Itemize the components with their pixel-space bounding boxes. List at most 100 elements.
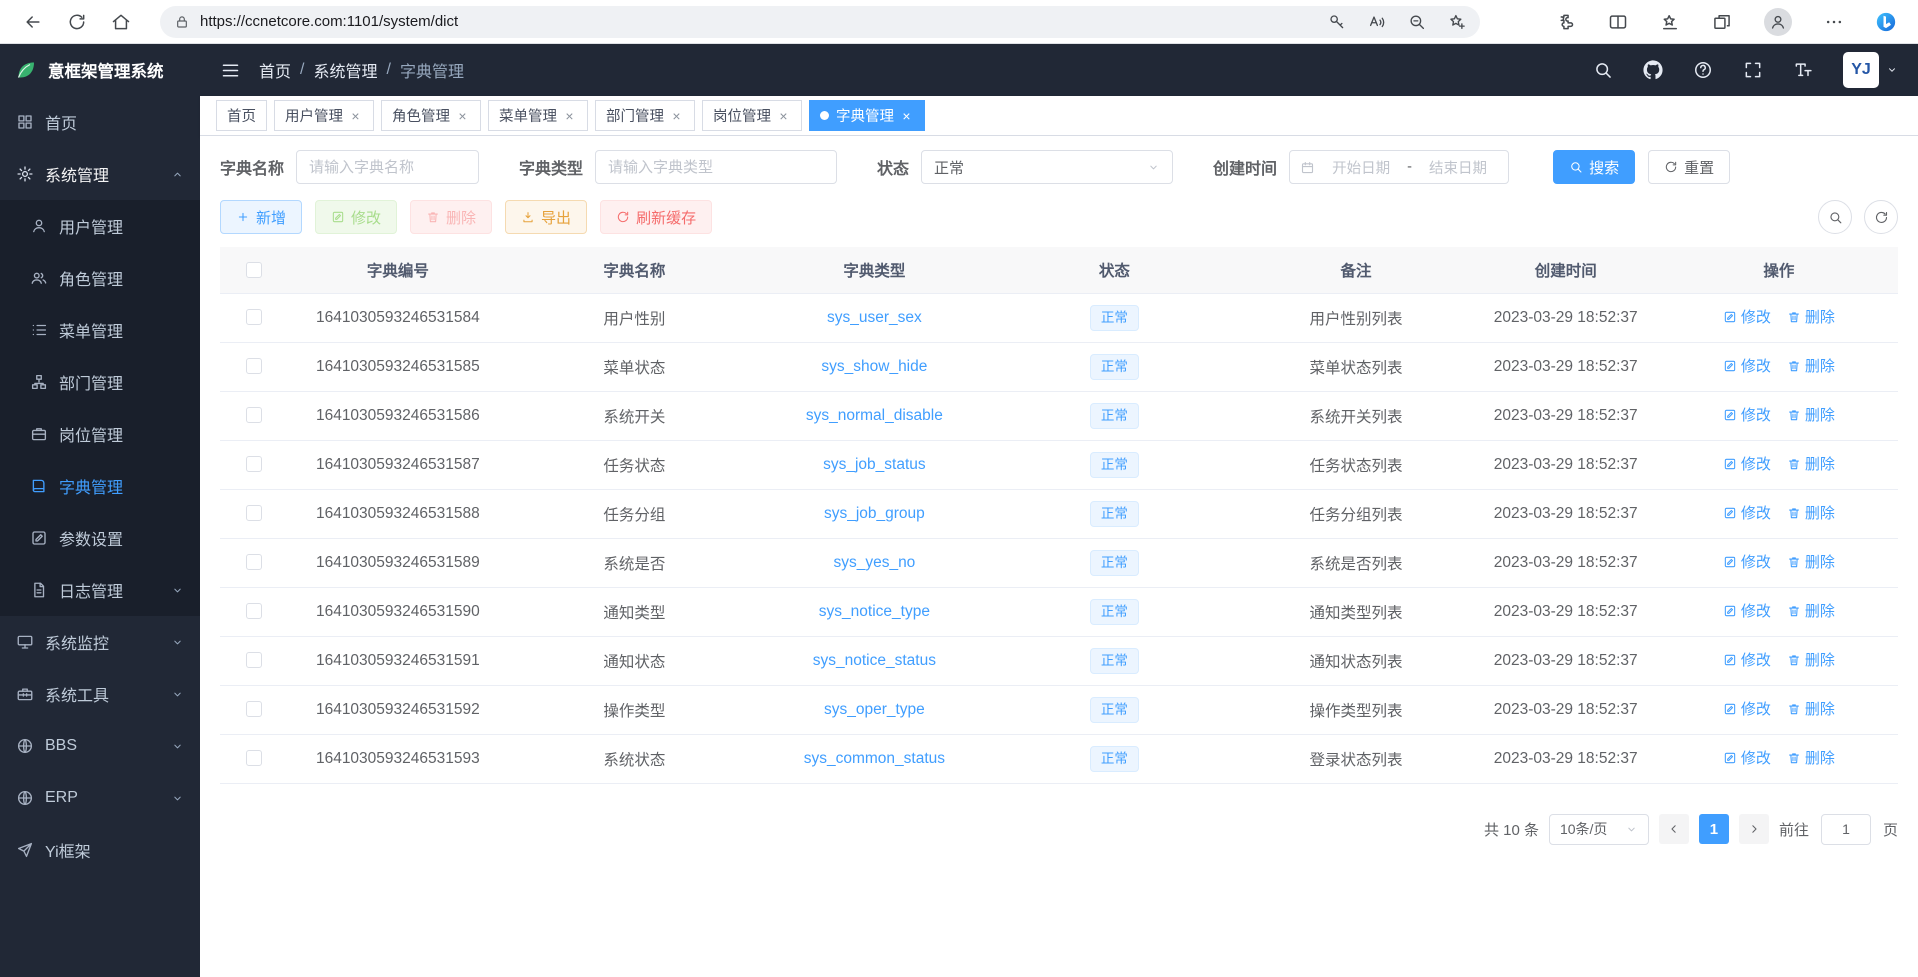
tab-close-icon[interactable]: × (899, 108, 914, 123)
sidebar-item[interactable]: 菜单管理 (0, 304, 200, 356)
row-edit-link[interactable]: 修改 (1723, 747, 1771, 768)
collections-icon[interactable] (1712, 12, 1732, 32)
page-size-select[interactable]: 10条/页 (1549, 814, 1649, 845)
browser-refresh-button[interactable] (58, 3, 96, 41)
tab-item[interactable]: 岗位管理× (702, 100, 802, 131)
dict-type-input[interactable] (595, 150, 837, 184)
row-delete-link[interactable]: 删除 (1787, 600, 1835, 621)
breadcrumb-item[interactable]: 首页 (259, 58, 291, 82)
row-delete-link[interactable]: 删除 (1787, 502, 1835, 523)
toggle-search-button[interactable] (1818, 200, 1852, 234)
row-delete-link[interactable]: 删除 (1787, 551, 1835, 572)
row-delete-link[interactable]: 删除 (1787, 649, 1835, 670)
row-edit-link[interactable]: 修改 (1723, 502, 1771, 523)
tab-close-icon[interactable]: × (562, 108, 577, 123)
row-checkbox[interactable] (246, 407, 262, 423)
read-aloud-icon[interactable] (1368, 13, 1386, 31)
status-select[interactable]: 正常 (921, 150, 1173, 184)
sidebar-item[interactable]: ERP (0, 772, 200, 824)
app-logo[interactable]: 意框架管理系统 (0, 44, 200, 96)
add-button[interactable]: 新增 (220, 200, 302, 234)
browser-menu-icon[interactable] (1824, 12, 1844, 32)
sidebar-item[interactable]: 部门管理 (0, 356, 200, 408)
row-delete-link[interactable]: 删除 (1787, 698, 1835, 719)
sidebar-item[interactable]: BBS (0, 720, 200, 772)
sidebar-item[interactable]: 字典管理 (0, 460, 200, 512)
zoom-out-icon[interactable] (1408, 13, 1426, 31)
row-delete-link[interactable]: 删除 (1787, 404, 1835, 425)
sidebar-item[interactable]: Yi框架 (0, 824, 200, 876)
refresh-table-button[interactable] (1864, 200, 1898, 234)
tab-item[interactable]: 角色管理× (381, 100, 481, 131)
dict-type-link[interactable]: sys_oper_type (824, 701, 925, 718)
dict-type-link[interactable]: sys_user_sex (827, 309, 922, 326)
sidebar-item[interactable]: 日志管理 (0, 564, 200, 616)
browser-home-button[interactable] (102, 3, 140, 41)
dict-name-input[interactable] (296, 150, 479, 184)
tab-close-icon[interactable]: × (348, 108, 363, 123)
user-avatar[interactable]: YJ (1843, 52, 1898, 88)
row-edit-link[interactable]: 修改 (1723, 306, 1771, 327)
favorites-icon[interactable] (1660, 12, 1680, 32)
browser-back-button[interactable] (14, 3, 52, 41)
sidebar-item[interactable]: 参数设置 (0, 512, 200, 564)
dict-type-link[interactable]: sys_common_status (804, 750, 945, 767)
github-icon[interactable] (1643, 60, 1663, 80)
tab-item[interactable]: 部门管理× (595, 100, 695, 131)
browser-profile-avatar[interactable] (1764, 8, 1792, 36)
dict-type-link[interactable]: sys_normal_disable (806, 407, 943, 424)
row-checkbox[interactable] (246, 309, 262, 325)
row-checkbox[interactable] (246, 603, 262, 619)
refresh-cache-button[interactable]: 刷新缓存 (600, 200, 712, 234)
search-button[interactable]: 搜索 (1553, 150, 1635, 184)
dict-type-link[interactable]: sys_job_group (824, 505, 925, 522)
help-icon[interactable] (1693, 60, 1713, 80)
sidebar-item[interactable]: 系统工具 (0, 668, 200, 720)
row-checkbox[interactable] (246, 505, 262, 521)
row-edit-link[interactable]: 修改 (1723, 600, 1771, 621)
row-checkbox[interactable] (246, 456, 262, 472)
font-size-icon[interactable] (1793, 60, 1813, 80)
header-search-icon[interactable] (1593, 60, 1613, 80)
address-bar[interactable]: https://ccnetcore.com:1101/system/dict (160, 6, 1480, 38)
row-edit-link[interactable]: 修改 (1723, 355, 1771, 376)
sidebar-item[interactable]: 首页 (0, 96, 200, 148)
sidebar-item[interactable]: 系统监控 (0, 616, 200, 668)
row-checkbox[interactable] (246, 750, 262, 766)
tab-item[interactable]: 首页 (216, 100, 267, 131)
date-range-picker[interactable]: 开始日期 - 结束日期 (1289, 150, 1509, 184)
tab-item[interactable]: 菜单管理× (488, 100, 588, 131)
bing-icon[interactable] (1876, 12, 1896, 32)
select-all-checkbox[interactable] (246, 262, 262, 278)
row-checkbox[interactable] (246, 652, 262, 668)
tab-close-icon[interactable]: × (455, 108, 470, 123)
row-delete-link[interactable]: 删除 (1787, 306, 1835, 327)
dict-type-link[interactable]: sys_notice_status (813, 652, 936, 669)
split-screen-icon[interactable] (1608, 12, 1628, 32)
sidebar-item[interactable]: 系统管理 (0, 148, 200, 200)
add-favorite-icon[interactable] (1448, 13, 1466, 31)
dict-type-link[interactable]: sys_yes_no (833, 554, 915, 571)
delete-button[interactable]: 删除 (410, 200, 492, 234)
row-delete-link[interactable]: 删除 (1787, 355, 1835, 376)
sidebar-item[interactable]: 岗位管理 (0, 408, 200, 460)
row-checkbox[interactable] (246, 358, 262, 374)
sidebar-item[interactable]: 角色管理 (0, 252, 200, 304)
dict-type-link[interactable]: sys_notice_type (819, 603, 930, 620)
row-edit-link[interactable]: 修改 (1723, 551, 1771, 572)
extensions-icon[interactable] (1556, 12, 1576, 32)
breadcrumb-item[interactable]: 系统管理 (313, 58, 377, 82)
row-edit-link[interactable]: 修改 (1723, 698, 1771, 719)
reset-button[interactable]: 重置 (1648, 150, 1730, 184)
goto-page-input[interactable] (1821, 814, 1871, 845)
row-edit-link[interactable]: 修改 (1723, 404, 1771, 425)
password-key-icon[interactable] (1328, 13, 1346, 31)
next-page-button[interactable] (1739, 814, 1769, 844)
fullscreen-icon[interactable] (1743, 60, 1763, 80)
dict-type-link[interactable]: sys_job_status (823, 456, 926, 473)
row-delete-link[interactable]: 删除 (1787, 453, 1835, 474)
tab-close-icon[interactable]: × (669, 108, 684, 123)
tab-close-icon[interactable]: × (776, 108, 791, 123)
row-delete-link[interactable]: 删除 (1787, 747, 1835, 768)
sidebar-toggle-icon[interactable] (220, 60, 241, 81)
